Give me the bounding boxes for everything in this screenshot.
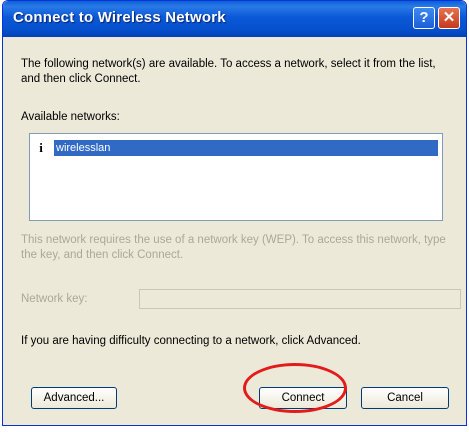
description-text: The following network(s) are available. … <box>21 58 436 85</box>
key-required-text: This network requires the use of a netwo… <box>21 234 446 261</box>
available-networks-label: Available networks: <box>21 111 120 123</box>
dialog-body: The following network(s) are available. … <box>11 45 461 417</box>
close-icon[interactable]: ✕ <box>438 7 460 29</box>
network-list[interactable]: i wirelesslan <box>29 133 443 221</box>
cancel-button[interactable]: Cancel <box>361 387 449 409</box>
info-icon: i <box>39 140 43 155</box>
dialog-title: Connect to Wireless Network <box>13 9 226 26</box>
help-icon[interactable]: ? <box>413 7 435 29</box>
network-key-input[interactable] <box>139 289 461 309</box>
connect-button[interactable]: Connect <box>259 387 347 409</box>
trouble-text: If you are having difficulty connecting … <box>21 335 361 347</box>
network-key-label: Network key: <box>21 293 88 305</box>
title-bar[interactable]: Connect to Wireless Network ? ✕ <box>3 1 466 37</box>
network-name: wirelesslan <box>54 140 438 156</box>
advanced-button[interactable]: Advanced... <box>31 387 117 409</box>
network-list-item[interactable]: i wirelesslan <box>34 140 438 156</box>
connect-wireless-dialog: Connect to Wireless Network ? ✕ The foll… <box>2 0 467 426</box>
